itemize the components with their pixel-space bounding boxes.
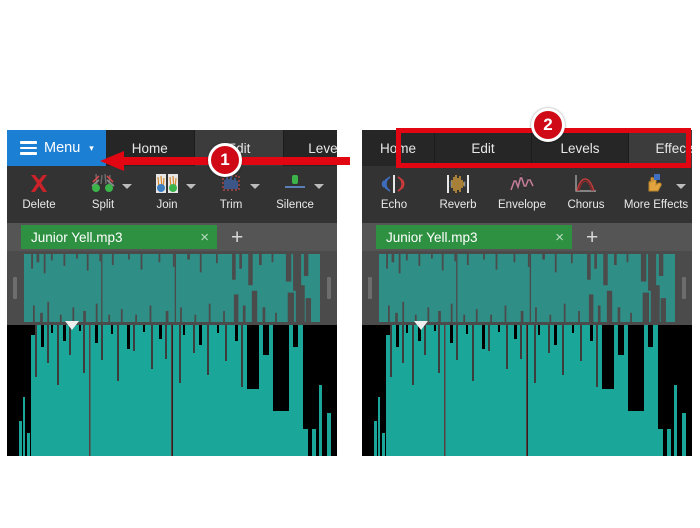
toolbar-button-envelope[interactable]: Envelope [490,169,554,223]
right-waveform-area[interactable] [362,251,692,456]
delete-x-icon [7,169,71,199]
toolbar-label-envelope: Envelope [498,199,546,211]
file-tab-junior-yell[interactable]: Junior Yell.mp3 × [21,225,217,249]
toolbar-button-echo[interactable]: Echo [362,169,426,223]
tab-home[interactable]: Home [105,130,195,166]
overview-handle-right[interactable] [327,277,331,299]
right-screenshot-panel: Home Edit Levels Effects Tools [362,130,692,456]
playhead-marker[interactable] [65,321,79,330]
file-tab-label: Junior Yell.mp3 [31,229,123,245]
chorus-icon [554,169,618,199]
add-tab-button[interactable]: + [217,227,257,248]
toolbar-button-split[interactable]: Split [71,169,135,223]
main-waveform[interactable] [7,325,337,456]
toolbar-button-delete[interactable]: Delete [7,169,71,223]
overview-waveform [24,254,320,322]
toolbar-label-silence: Silence [276,199,314,211]
chevron-down-icon[interactable] [314,184,324,189]
tab-levels[interactable]: Levels [283,130,337,166]
file-tab-junior-yell[interactable]: Junior Yell.mp3 × [376,225,572,249]
toolbar-label-more-effects: More Effects [623,199,689,211]
toolbar-button-join[interactable]: Join [135,169,199,223]
tab-home[interactable]: Home [362,130,435,166]
toolbar-label-reverb: Reverb [439,199,477,211]
left-ribbon-tabbar: Menu ▾ Home Edit Levels Effec [7,130,337,166]
envelope-icon [490,169,554,199]
toolbar-label-delete: Delete [22,199,56,211]
toolbar-label-chorus: Chorus [567,199,605,211]
callout-badge-2: 2 [531,108,565,142]
menu-button[interactable]: Menu ▾ [7,130,106,166]
right-ribbon-tabbar: Home Edit Levels Effects Tools [362,130,692,166]
main-waveform[interactable] [362,325,692,456]
overview-handle-left[interactable] [13,277,17,299]
close-icon[interactable]: × [555,230,564,245]
left-screenshot-panel: Menu ▾ Home Edit Levels Effec Delete [7,130,337,456]
left-ribbon-toolbar: Delete Split Join Trim Silence [7,166,337,223]
waveform-overview-strip[interactable] [362,251,692,325]
close-icon[interactable]: × [200,230,209,245]
menu-button-label: Menu [44,140,81,156]
echo-icon [362,169,426,199]
overview-handle-left[interactable] [368,277,372,299]
overview-waveform [379,254,675,322]
toolbar-button-more-effects[interactable]: More Effects [618,169,692,223]
toolbar-button-chorus[interactable]: Chorus [554,169,618,223]
left-file-tabstrip: Junior Yell.mp3 × + [7,223,337,251]
add-tab-button[interactable]: + [572,227,612,248]
tab-edit[interactable]: Edit [435,130,532,166]
toolbar-button-reverb[interactable]: Reverb [426,169,490,223]
callout-badge-1: 1 [208,143,242,177]
chevron-down-icon[interactable] [122,184,132,189]
right-file-tabstrip: Junior Yell.mp3 × + [362,223,692,251]
left-waveform-area[interactable] [7,251,337,456]
toolbar-label-echo: Echo [380,199,408,211]
overview-handle-right[interactable] [682,277,686,299]
waveform-overview-strip[interactable] [7,251,337,325]
chevron-down-icon: ▾ [89,142,94,153]
chevron-down-icon[interactable] [676,184,686,189]
reverb-icon [426,169,490,199]
tab-effects[interactable]: Effects [629,130,692,166]
screenshot-root: Menu ▾ Home Edit Levels Effec Delete [0,0,700,528]
toolbar-label-join: Join [156,199,178,211]
file-tab-label: Junior Yell.mp3 [386,229,478,245]
toolbar-button-silence[interactable]: Silence [263,169,327,223]
right-ribbon-toolbar: Echo Reverb Envelope Chorus More Effects [362,166,692,223]
toolbar-label-trim: Trim [219,199,243,211]
toolbar-button-trim[interactable]: Trim [199,169,263,223]
chevron-down-icon[interactable] [186,184,196,189]
playhead-marker[interactable] [414,321,428,330]
toolbar-label-split: Split [91,199,115,211]
hamburger-menu-icon [20,141,37,155]
chevron-down-icon[interactable] [250,184,260,189]
